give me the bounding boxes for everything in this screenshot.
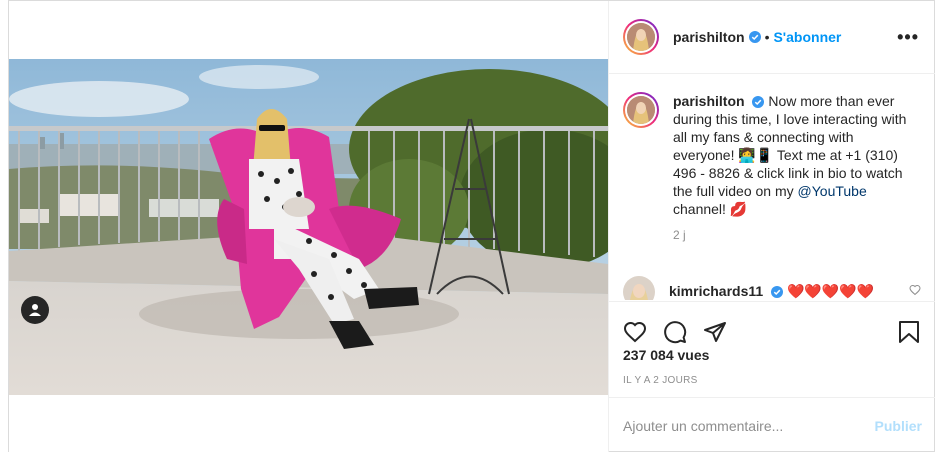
comment-text: kimrichards11 ❤️❤️❤️❤️❤️: [669, 282, 909, 300]
caption-body-3: channel!: [673, 201, 726, 217]
comment-bubble-icon: [664, 320, 687, 343]
like-button[interactable]: [623, 320, 647, 344]
verified-badge-icon: [748, 31, 761, 43]
caption-row: parishilton Now more than ever during th…: [623, 92, 919, 218]
heart-icon: [623, 321, 647, 342]
caption-emoji: 👩‍💻📱: [738, 147, 774, 163]
user-icon: [29, 304, 41, 316]
avatar[interactable]: [623, 19, 659, 55]
comment-row: kimrichards11 ❤️❤️❤️❤️❤️: [623, 276, 923, 300]
caption-timestamp[interactable]: 2 j: [673, 228, 919, 242]
verified-badge-icon: [752, 96, 765, 109]
post-username[interactable]: parishilton: [673, 29, 745, 45]
more-options-button[interactable]: •••: [897, 27, 919, 48]
save-button[interactable]: [898, 320, 920, 344]
comment-username[interactable]: kimrichards11: [669, 283, 763, 299]
post-media: [9, 1, 608, 452]
post-dialog: parishilton • S'abonner ••• parishilton …: [8, 0, 935, 452]
publish-button[interactable]: Publier: [875, 418, 922, 434]
tagged-users-button[interactable]: [21, 296, 49, 324]
like-comment-heart-icon[interactable]: [909, 284, 921, 296]
post-side-panel: parishilton • S'abonner ••• parishilton …: [608, 1, 935, 452]
post-actions-bar: [609, 301, 935, 349]
comment-button[interactable]: [663, 320, 687, 344]
caption-text: parishilton Now more than ever during th…: [673, 92, 913, 218]
post-video[interactable]: [9, 59, 608, 395]
share-button[interactable]: [703, 320, 727, 344]
profile-picture-image: [627, 96, 655, 124]
view-count[interactable]: 237 084 vues: [623, 347, 709, 363]
comment-input[interactable]: [623, 417, 875, 434]
profile-picture-image: [627, 23, 655, 51]
caption-avatar[interactable]: [623, 92, 659, 128]
profile-picture-image: [623, 276, 655, 300]
post-date[interactable]: IL Y A 2 JOURS: [623, 375, 698, 386]
bookmark-icon: [899, 320, 919, 343]
paper-plane-icon: [704, 321, 726, 342]
caption-username[interactable]: parishilton: [673, 93, 745, 109]
post-header: parishilton • S'abonner •••: [609, 1, 935, 74]
caption-emoji-end: 💋: [729, 201, 748, 217]
video-frame-image: [9, 59, 608, 395]
follow-button[interactable]: S'abonner: [773, 29, 841, 45]
verified-badge-icon: [771, 286, 784, 299]
add-comment-bar: Publier: [609, 397, 935, 452]
comments-section: parishilton Now more than ever during th…: [609, 74, 935, 300]
comment-body: ❤️❤️❤️❤️❤️: [786, 283, 875, 299]
youtube-mention-link[interactable]: @YouTube: [798, 183, 867, 199]
comment-avatar[interactable]: [623, 276, 655, 300]
separator-dot: •: [764, 29, 770, 45]
